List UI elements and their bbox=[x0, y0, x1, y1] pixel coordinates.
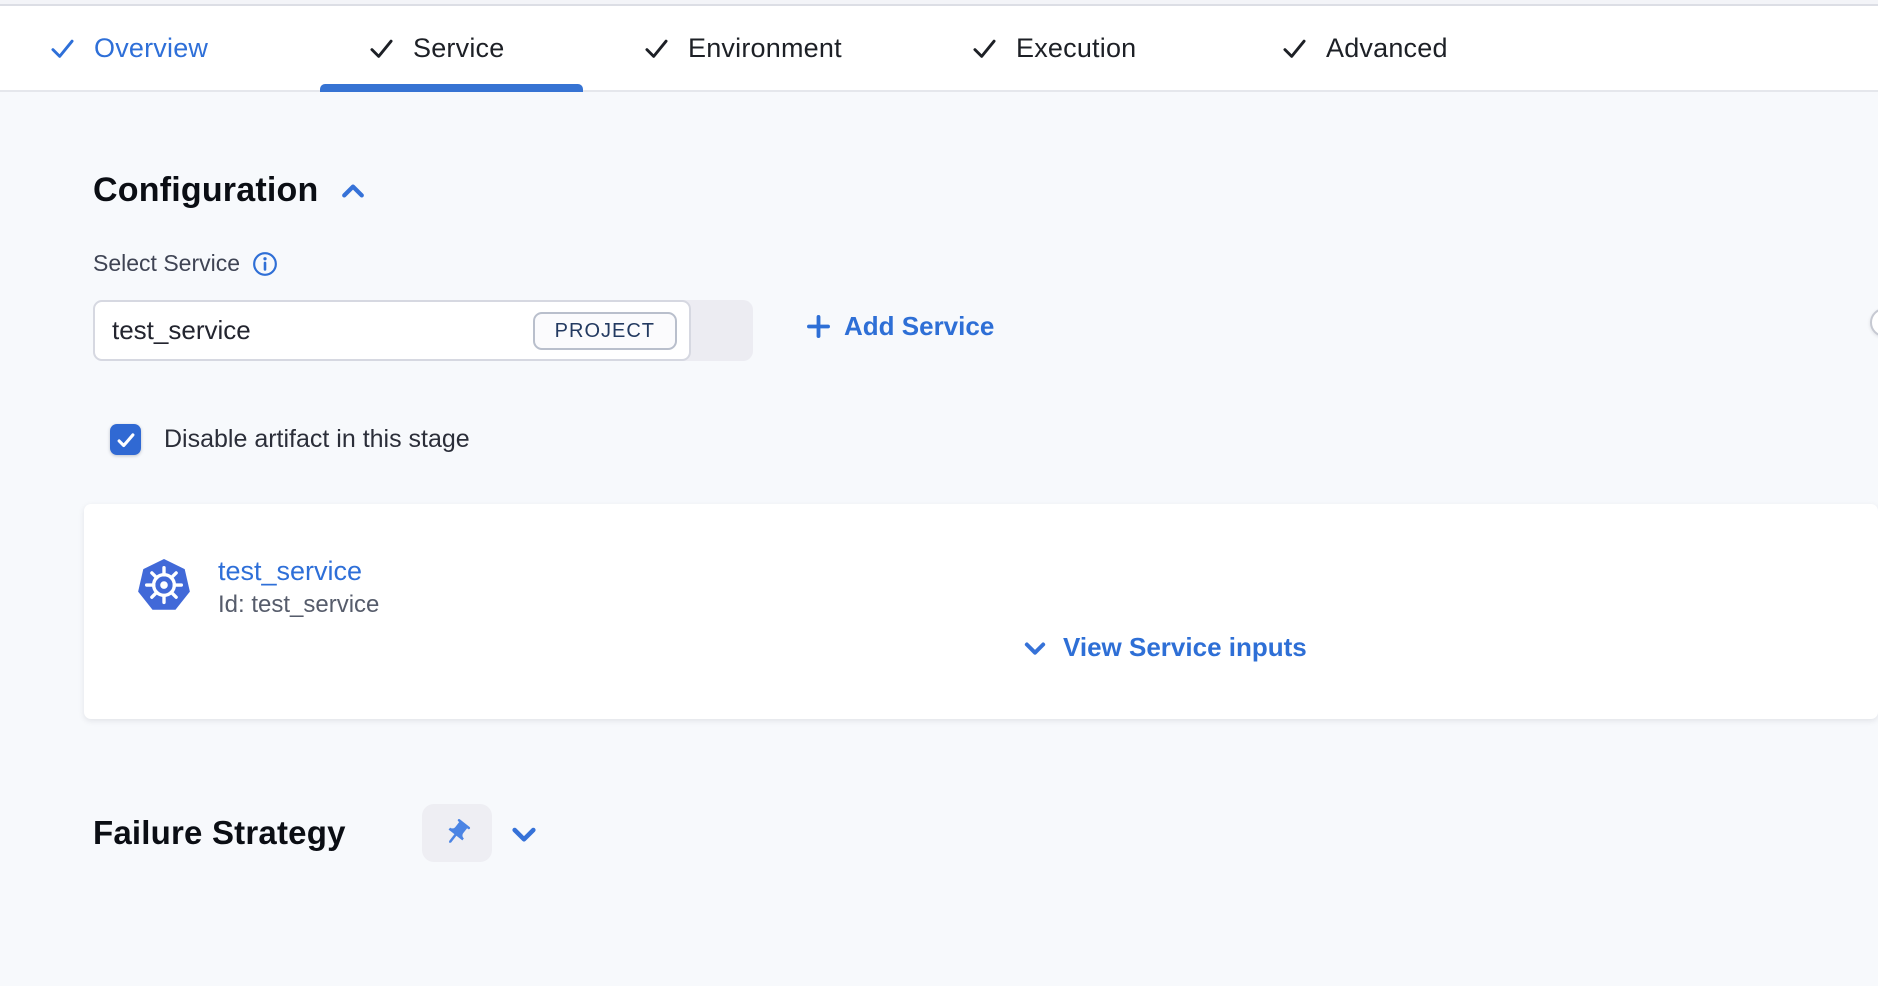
tab-label: Execution bbox=[1016, 33, 1136, 64]
edge-collapse-button[interactable] bbox=[1870, 308, 1878, 337]
service-select-control: PROJECT bbox=[93, 300, 753, 361]
disable-artifact-checkbox[interactable] bbox=[110, 424, 141, 455]
configuration-header: Configuration bbox=[93, 171, 368, 210]
pin-failure-strategy-button[interactable] bbox=[422, 804, 492, 862]
failure-strategy-title: Failure Strategy bbox=[93, 814, 346, 852]
service-name-link[interactable]: test_service bbox=[218, 556, 362, 587]
check-icon bbox=[49, 35, 76, 62]
select-service-row: Select Service bbox=[93, 250, 278, 277]
tab-label: Service bbox=[413, 33, 504, 64]
tab-label: Overview bbox=[94, 33, 208, 64]
view-service-inputs-button[interactable]: View Service inputs bbox=[1021, 632, 1307, 663]
check-icon bbox=[643, 35, 670, 62]
scope-badge: PROJECT bbox=[533, 312, 677, 350]
view-service-inputs-label: View Service inputs bbox=[1063, 632, 1307, 663]
tab-service[interactable]: Service bbox=[368, 6, 504, 90]
tab-label: Environment bbox=[688, 33, 842, 64]
stage-tabbar: Overview Service Environment Execution A… bbox=[0, 6, 1878, 92]
service-input[interactable] bbox=[112, 315, 482, 346]
tab-environment[interactable]: Environment bbox=[643, 6, 842, 90]
chevron-down-icon bbox=[1021, 634, 1049, 662]
select-service-label: Select Service bbox=[93, 250, 240, 277]
add-service-button[interactable]: Add Service bbox=[805, 311, 994, 342]
check-icon bbox=[115, 429, 137, 451]
check-icon bbox=[971, 35, 998, 62]
plus-icon bbox=[805, 313, 832, 340]
disable-artifact-row: Disable artifact in this stage bbox=[110, 424, 470, 455]
tab-label: Advanced bbox=[1326, 33, 1448, 64]
service-id-text: Id: test_service bbox=[218, 591, 379, 619]
chevron-up-icon[interactable] bbox=[338, 176, 368, 206]
check-icon bbox=[368, 35, 395, 62]
service-select-field[interactable]: PROJECT bbox=[93, 300, 691, 361]
failure-strategy-expand-button[interactable] bbox=[508, 818, 540, 850]
active-tab-underline bbox=[320, 84, 583, 92]
disable-artifact-label: Disable artifact in this stage bbox=[164, 425, 470, 454]
tab-overview[interactable]: Overview bbox=[49, 6, 208, 90]
add-service-label: Add Service bbox=[844, 311, 994, 342]
tab-advanced[interactable]: Advanced bbox=[1281, 6, 1448, 90]
info-icon[interactable] bbox=[252, 251, 278, 277]
kubernetes-icon bbox=[137, 557, 191, 614]
configuration-title: Configuration bbox=[93, 171, 318, 210]
check-icon bbox=[1281, 35, 1308, 62]
pushpin-icon bbox=[436, 812, 478, 854]
chevron-down-icon bbox=[508, 818, 540, 850]
tab-execution[interactable]: Execution bbox=[971, 6, 1136, 90]
